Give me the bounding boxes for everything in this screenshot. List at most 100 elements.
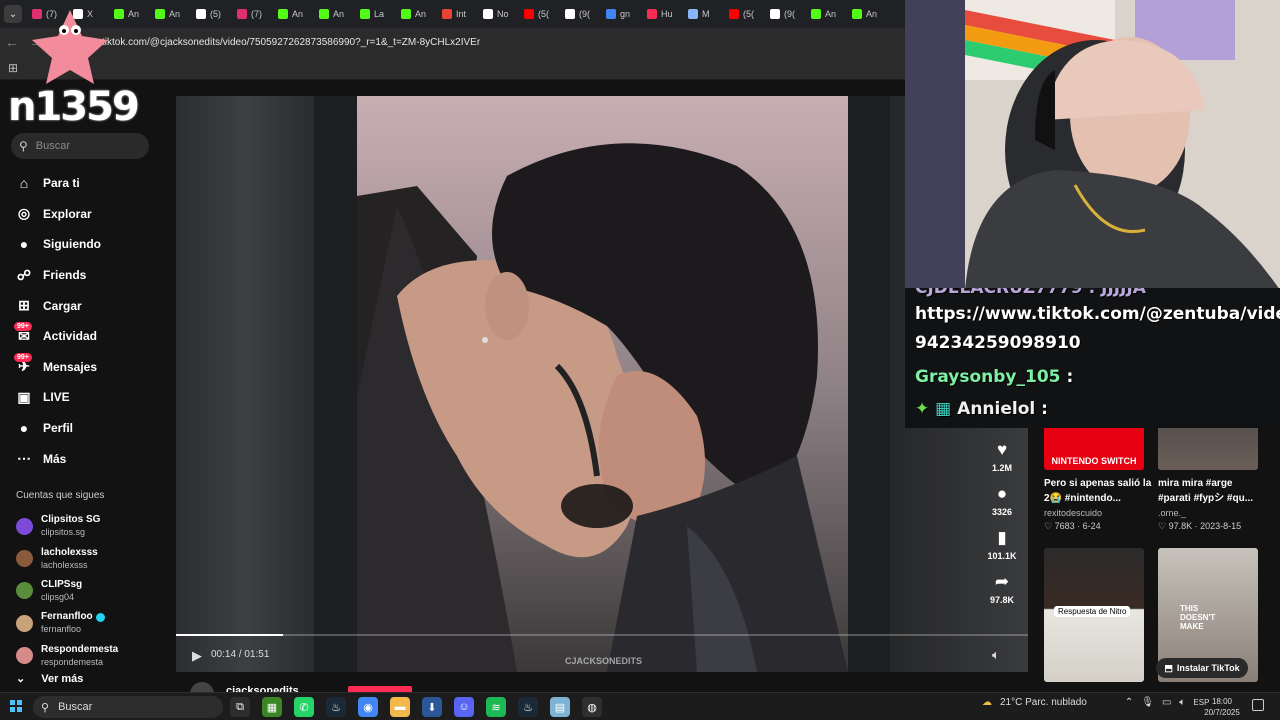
task-view-icon[interactable]: ⧉ bbox=[230, 697, 250, 717]
notes-icon[interactable]: ▤ bbox=[550, 697, 570, 717]
browser-tab[interactable]: An bbox=[811, 0, 852, 28]
following-account[interactable]: CLIPSsg clipsg04 bbox=[16, 575, 156, 607]
following-username: fernanfloo bbox=[41, 624, 82, 635]
download-app-icon[interactable]: ⬇ bbox=[422, 697, 442, 717]
following-name: Respondemesta bbox=[41, 643, 119, 655]
sidebar-item-siguiendo[interactable]: ● Siguiendo bbox=[0, 229, 160, 260]
browser-tab[interactable]: An bbox=[401, 0, 442, 28]
comment-icon[interactable]: ● bbox=[997, 484, 1007, 504]
share-action[interactable]: ➦ 97.8K bbox=[982, 572, 1022, 616]
sidebar-item-más[interactable]: ⋯ Más bbox=[0, 443, 160, 474]
browser-tab[interactable]: (9( bbox=[565, 0, 606, 28]
reco-card[interactable]: Respuesta de Nitro bbox=[1044, 548, 1144, 682]
tab-search-button[interactable]: ⌄ bbox=[4, 5, 22, 23]
bookmark-action[interactable]: ▮ 101.1K bbox=[982, 528, 1022, 572]
taskbar-search[interactable]: ⚲ Buscar bbox=[33, 696, 223, 718]
sidebar-item-para-ti[interactable]: ⌂ Para ti bbox=[0, 168, 160, 199]
back-icon[interactable]: ← bbox=[0, 30, 24, 54]
progress-track[interactable] bbox=[176, 634, 1028, 636]
volume-icon[interactable]: 🔈︎ bbox=[1179, 697, 1185, 708]
video-player[interactable]: ▶ 00:14 / 01:51 CJACKSONEDITS 🔈︎ bbox=[176, 96, 1028, 672]
reload-icon[interactable]: ↻ bbox=[48, 30, 72, 54]
heart-action[interactable]: ♥ 1.2M bbox=[982, 440, 1022, 484]
steam-2-icon[interactable]: ♨ bbox=[518, 697, 538, 717]
following-account[interactable]: Respondemesta respondemesta bbox=[16, 640, 156, 672]
browser-tab[interactable]: X bbox=[73, 0, 114, 28]
browser-tab[interactable]: Hu bbox=[647, 0, 688, 28]
taskbar-clock[interactable]: 18:00 20/7/2025 bbox=[1200, 696, 1244, 718]
folder-icon[interactable]: ▬ bbox=[390, 697, 410, 717]
tiktok-logo[interactable]: n1359 bbox=[8, 84, 140, 130]
obs-icon[interactable]: ◍ bbox=[582, 697, 602, 717]
browser-tab[interactable]: (5( bbox=[729, 0, 770, 28]
share-icon[interactable]: ➦ bbox=[995, 572, 1009, 592]
browser-tab[interactable]: Int bbox=[442, 0, 483, 28]
comment-action[interactable]: ● 3326 bbox=[982, 484, 1022, 528]
notifications-icon[interactable] bbox=[1252, 699, 1264, 711]
following-account[interactable]: Clipsitos SG clipsitos.sg bbox=[16, 510, 156, 542]
sidebar-item-perfil[interactable]: ● Perfil bbox=[0, 413, 160, 444]
apps-grid-icon[interactable]: ⊞ bbox=[8, 61, 18, 75]
reco-meta: ♡ 97.8K · 2023-8-15 bbox=[1158, 521, 1242, 531]
reco-title[interactable]: mira mira #arge #parati #fypシ #qu... bbox=[1158, 476, 1266, 506]
weather-text[interactable]: 21°C Parc. nublado bbox=[1000, 697, 1087, 708]
sidebar-item-explorar[interactable]: ◎ Explorar bbox=[0, 199, 160, 230]
reco-card[interactable]: NINTENDO SWITCH Pero si apenas salió la … bbox=[1044, 412, 1151, 532]
sidebar-item-friends[interactable]: ☍ Friends bbox=[0, 260, 160, 291]
reco-thumbnail[interactable]: Respuesta de Nitro bbox=[1044, 548, 1144, 682]
network-icon[interactable]: ▭ bbox=[1162, 697, 1171, 708]
browser-tab[interactable]: (7) bbox=[237, 0, 278, 28]
sidebar-item-mensajes[interactable]: ✈ 99+ Mensajes bbox=[0, 352, 160, 383]
browser-tab[interactable]: An bbox=[114, 0, 155, 28]
steam-icon[interactable]: ♨ bbox=[326, 697, 346, 717]
following-name-row: Respondemesta bbox=[41, 644, 118, 656]
browser-tab[interactable]: An bbox=[278, 0, 319, 28]
browser-tab[interactable]: gn bbox=[606, 0, 647, 28]
screen: ⌄ (7) X An An (5) (7) An An La An Int No (5((9(gn Hu M… bbox=[0, 0, 1280, 720]
action-count: 3326 bbox=[991, 507, 1013, 517]
browser-tab[interactable]: (9( bbox=[770, 0, 811, 28]
search-input[interactable] bbox=[35, 140, 136, 152]
install-tiktok-button[interactable]: ⬒ Instalar TikTok bbox=[1156, 658, 1248, 678]
discord-icon[interactable]: ☺ bbox=[454, 697, 474, 717]
sidebar-item-live[interactable]: ▣ LIVE bbox=[0, 382, 160, 413]
see-more-button[interactable]: ⌄ Ver más bbox=[16, 672, 83, 686]
reco-author[interactable]: .orne._ bbox=[1158, 508, 1258, 518]
browser-tab[interactable]: (5) bbox=[196, 0, 237, 28]
windows-start-icon[interactable] bbox=[10, 700, 22, 712]
microphone-icon[interactable]: 🎙︎ bbox=[1141, 697, 1154, 708]
url-field[interactable]: tiktok.com/@cjacksonedits/video/75059272… bbox=[102, 37, 480, 48]
play-icon[interactable]: ▶ bbox=[192, 648, 202, 664]
browser-tab[interactable]: An bbox=[319, 0, 360, 28]
heart-icon[interactable]: ♥ bbox=[997, 440, 1007, 460]
forward-icon[interactable]: → bbox=[24, 30, 48, 54]
chevron-up-icon[interactable]: ⌃ bbox=[1125, 697, 1133, 708]
browser-tab[interactable]: An bbox=[852, 0, 893, 28]
following-account[interactable]: lacholexsss lacholexsss bbox=[16, 542, 156, 574]
minecraft-icon[interactable]: ▦ bbox=[262, 697, 282, 717]
video-frame[interactable] bbox=[357, 96, 848, 672]
following-name: Clipsitos SG bbox=[41, 514, 101, 526]
following-account[interactable]: Fernanfloo fernanfloo bbox=[16, 607, 156, 639]
tab-label: gn bbox=[620, 9, 631, 19]
reco-author[interactable]: rexitodescuido bbox=[1044, 508, 1144, 518]
whatsapp-icon[interactable]: ✆ bbox=[294, 697, 314, 717]
browser-tab[interactable]: M bbox=[688, 0, 729, 28]
sidebar-item-cargar[interactable]: ⊞ Cargar bbox=[0, 290, 160, 321]
volume-icon[interactable]: 🔈︎ bbox=[992, 647, 1000, 663]
bookmark-icon[interactable]: ▮ bbox=[997, 528, 1006, 548]
spotify-icon[interactable]: ≋ bbox=[486, 697, 506, 717]
browser-tab[interactable]: La bbox=[360, 0, 401, 28]
chrome-icon[interactable]: ◉ bbox=[358, 697, 378, 717]
following-username: clipsitos.sg bbox=[41, 527, 86, 538]
browser-tab[interactable]: No bbox=[483, 0, 524, 28]
tab-label: An bbox=[825, 9, 837, 19]
browser-tab[interactable]: (7) bbox=[32, 0, 73, 28]
tab-label: (9( bbox=[579, 9, 590, 19]
reco-title[interactable]: Pero si apenas salió la 2😭 #nintendo... bbox=[1044, 476, 1152, 506]
sidebar-item-label: Más bbox=[43, 451, 67, 466]
browser-tab[interactable]: An bbox=[155, 0, 196, 28]
browser-tab[interactable]: (5( bbox=[524, 0, 565, 28]
search-box[interactable]: ⚲ bbox=[11, 133, 149, 159]
sidebar-item-actividad[interactable]: ✉ 99+ Actividad bbox=[0, 321, 160, 352]
